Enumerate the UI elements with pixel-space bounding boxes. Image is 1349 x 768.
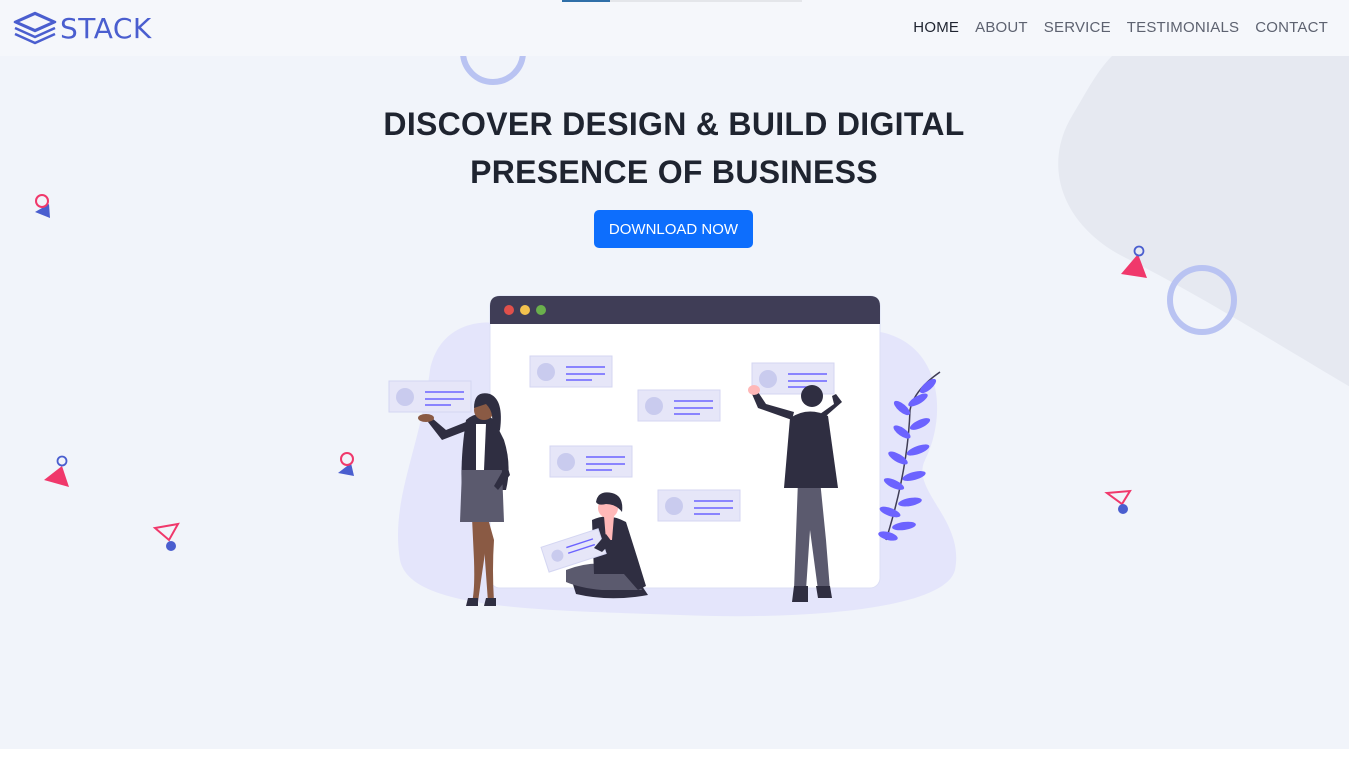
nav-item-about[interactable]: ABOUT [975,19,1028,36]
brand-logo[interactable]: STACK [12,10,152,46]
brand-name: STACK [60,11,152,45]
team-building-website-illustration [388,295,957,617]
main-nav: HOME ABOUT SERVICE TESTIMONIALS CONTACT [913,19,1328,37]
decorative-triangle-icon [1121,245,1147,278]
navbar: STACK HOME ABOUT SERVICE TESTIMONIALS CO… [0,0,1349,56]
download-now-button[interactable]: DOWNLOAD NOW [594,210,753,248]
decorative-triangle-icon [1104,489,1132,514]
decorative-triangle-icon [44,455,69,487]
decorative-ring-top [460,56,526,85]
page-progress-bar [562,0,802,2]
hero-title-line-2: PRESENCE OF BUSINESS [470,154,878,190]
hero-title-line-1: DISCOVER DESIGN & BUILD DIGITAL [383,106,965,142]
decorative-triangle-icon [338,452,354,476]
nav-item-contact[interactable]: CONTACT [1255,19,1328,36]
hero-section: STACK HOME ABOUT SERVICE TESTIMONIALS CO… [0,0,1349,749]
decorative-triangle-icon [152,522,180,551]
nav-item-service[interactable]: SERVICE [1044,19,1111,36]
decorative-triangle-icon [35,194,50,218]
decorative-ring-right [1167,265,1237,335]
stacked-layers-icon [13,11,57,45]
hero-title: DISCOVER DESIGN & BUILD DIGITAL PRESENCE… [350,100,998,196]
nav-item-home[interactable]: HOME [913,19,959,36]
nav-item-testimonials[interactable]: TESTIMONIALS [1127,19,1239,36]
